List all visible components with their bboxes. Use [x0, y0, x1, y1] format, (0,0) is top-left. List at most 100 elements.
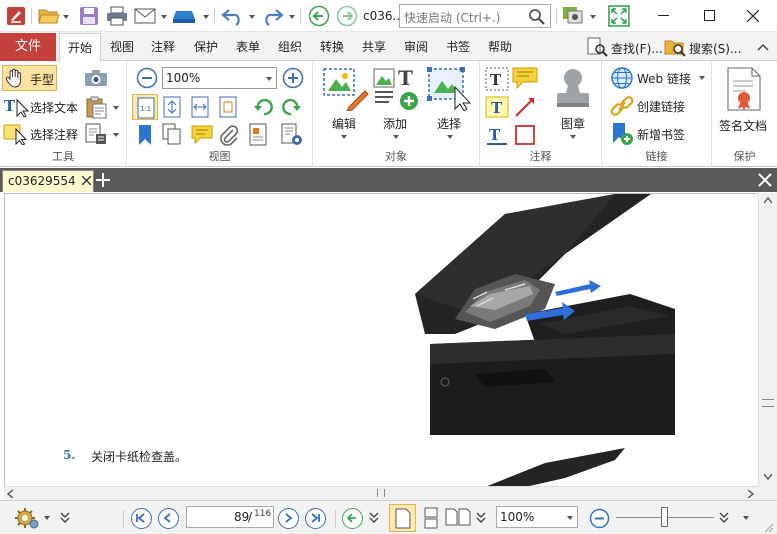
add-button[interactable]: T 添加 [369, 65, 423, 145]
settings-gear-icon[interactable] [561, 5, 585, 27]
vertical-scroll-thumb[interactable] [762, 399, 774, 407]
scanner-icon[interactable] [172, 7, 196, 25]
comments-panel-icon[interactable] [191, 125, 213, 145]
create-link-button[interactable]: 创建链接 [637, 98, 685, 115]
previous-view-button[interactable] [342, 508, 363, 529]
tab-form[interactable]: 表单 [230, 33, 266, 61]
textbox-icon[interactable]: T [485, 96, 509, 118]
line-tool-icon[interactable] [514, 96, 536, 118]
scroll-left-icon[interactable] [7, 490, 13, 498]
rectangle-tool-icon[interactable] [514, 124, 536, 146]
zoom-in-icon[interactable] [282, 67, 304, 89]
settings-icon[interactable] [14, 506, 40, 530]
horizontal-scroll-thumb[interactable] [377, 489, 385, 497]
close-tab-icon[interactable] [82, 176, 91, 185]
redo-icon[interactable] [260, 6, 284, 26]
tab-home[interactable]: 开始 [59, 33, 101, 62]
new-tab-icon[interactable] [96, 173, 110, 187]
fit-page-icon[interactable] [163, 96, 181, 118]
zoom-out-icon[interactable] [136, 67, 158, 89]
print-icon[interactable] [106, 6, 128, 26]
tab-file[interactable]: 文件 [0, 33, 56, 61]
tab-review[interactable]: 审阅 [398, 33, 434, 61]
close-document-icon[interactable] [758, 173, 772, 187]
find-icon[interactable] [586, 37, 608, 57]
save-icon[interactable] [79, 6, 99, 26]
maximize-button[interactable] [686, 0, 732, 32]
document-page[interactable]: 5. 关闭卡纸检查盖。 [4, 193, 758, 486]
horizontal-scrollbar[interactable] [4, 486, 758, 500]
tab-protect[interactable]: 保护 [188, 33, 224, 61]
document-tab[interactable]: c03629554 [2, 170, 94, 192]
forward-nav-icon[interactable] [336, 5, 358, 27]
last-page-button[interactable] [305, 508, 326, 529]
tab-bookmark[interactable]: 书签 [440, 33, 476, 61]
tab-share[interactable]: 共享 [356, 33, 392, 61]
status-zoom-out-icon[interactable] [589, 508, 610, 529]
minimize-button[interactable] [640, 0, 686, 32]
select-text-button[interactable]: 选择文本 [30, 99, 78, 116]
thumbnails-icon[interactable] [162, 123, 182, 145]
tab-convert[interactable]: 转换 [314, 33, 350, 61]
more-zoom-icon[interactable] [719, 512, 729, 524]
page-content-icon[interactable] [247, 123, 269, 147]
tab-comment[interactable]: 注释 [145, 33, 181, 61]
close-window-button[interactable] [731, 0, 777, 32]
page-settings-icon[interactable] [280, 123, 304, 147]
first-page-button[interactable] [131, 508, 152, 529]
previous-page-button[interactable] [158, 508, 179, 529]
rotate-right-icon[interactable] [280, 97, 302, 117]
vertical-scrollbar[interactable] [758, 193, 777, 486]
camera-icon[interactable] [84, 69, 108, 87]
more-nav-icon[interactable] [369, 512, 379, 524]
sticky-note-icon[interactable] [512, 67, 538, 89]
web-link-button[interactable]: Web 链接 [637, 70, 691, 87]
search-icon[interactable] [528, 8, 546, 26]
back-nav-icon[interactable] [308, 5, 330, 27]
actual-size-button[interactable]: 1:1 [132, 94, 158, 120]
open-folder-icon[interactable] [38, 6, 60, 26]
facing-pages-icon[interactable] [445, 508, 471, 526]
clipboard-icon[interactable] [84, 95, 108, 119]
text-highlight-icon[interactable]: T [485, 124, 509, 146]
resize-grip-icon[interactable] [762, 521, 774, 533]
page-number-field[interactable]: 89 / 116 [186, 506, 274, 528]
format-painter-icon[interactable] [84, 122, 108, 146]
continuous-page-icon[interactable] [422, 507, 440, 529]
email-icon[interactable] [134, 7, 156, 25]
new-bookmark-button[interactable]: 新增书签 [637, 126, 685, 143]
sign-document-button[interactable]: 签名文档 [714, 65, 776, 145]
fit-visible-icon[interactable] [219, 96, 237, 118]
svg-text:T: T [489, 126, 501, 144]
select-button[interactable]: 选择 [421, 65, 477, 145]
single-page-button[interactable] [389, 504, 416, 532]
more-left-icon[interactable] [60, 512, 70, 524]
more-view-icon[interactable] [476, 512, 486, 524]
bookmark-panel-icon[interactable] [137, 124, 153, 146]
zoom-select[interactable]: 100% [162, 67, 277, 89]
undo-icon[interactable] [221, 6, 245, 26]
scroll-down-icon[interactable] [764, 474, 772, 480]
tab-help[interactable]: 帮助 [482, 33, 518, 61]
edit-button[interactable]: 编辑 [317, 65, 371, 145]
search-folder-icon[interactable] [664, 37, 686, 57]
fullscreen-icon[interactable] [608, 5, 630, 27]
next-page-button[interactable] [278, 508, 299, 529]
select-annotation-button[interactable]: 选择注释 [30, 126, 78, 143]
tab-organize[interactable]: 组织 [272, 33, 308, 61]
tab-view[interactable]: 视图 [104, 33, 140, 61]
quick-launch-field[interactable]: 快速启动 (Ctrl+.) [399, 4, 551, 28]
collapse-ribbon-icon[interactable] [757, 43, 769, 51]
stamp-button[interactable]: 图章 [546, 65, 600, 145]
attachments-icon[interactable] [219, 123, 239, 147]
scroll-up-icon[interactable] [764, 197, 772, 203]
typewriter-icon[interactable]: T [485, 67, 509, 91]
status-zoom-select[interactable]: 100% [496, 506, 578, 528]
find-button[interactable]: 查找(F)... [611, 40, 663, 57]
fit-width-icon[interactable] [191, 96, 209, 118]
scroll-right-icon[interactable] [748, 490, 754, 498]
zoom-slider-thumb[interactable] [661, 507, 668, 527]
hand-tool-button[interactable]: 手型 [2, 65, 57, 91]
rotate-left-icon[interactable] [253, 97, 275, 117]
search-button[interactable]: 搜索(S)... [689, 40, 741, 57]
